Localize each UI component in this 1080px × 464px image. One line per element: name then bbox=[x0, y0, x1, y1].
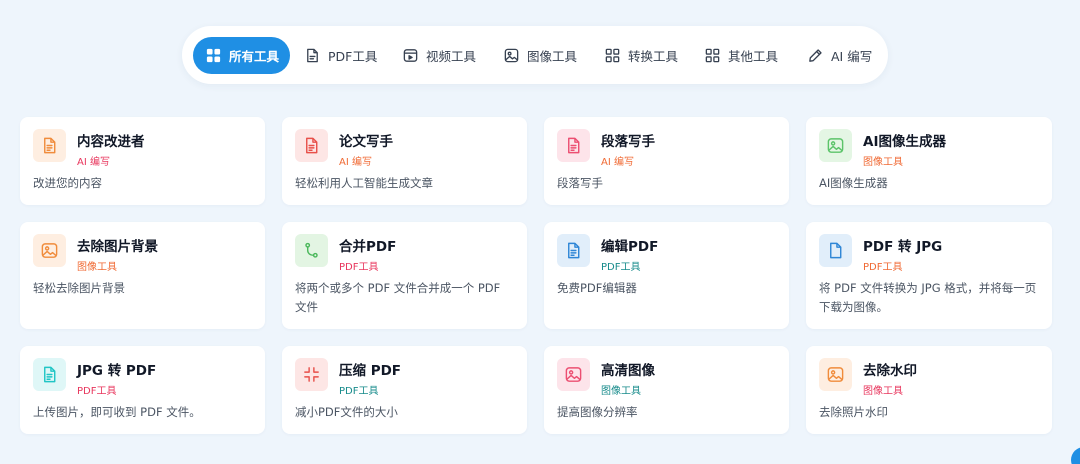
card-category: 图像工具 bbox=[601, 386, 641, 397]
tool-card-edit-pdf[interactable]: 编辑PDF PDF工具免费PDF编辑器 bbox=[544, 222, 789, 329]
floating-action-button[interactable] bbox=[1071, 447, 1080, 464]
squares-icon bbox=[604, 47, 621, 64]
tab-label: 视频工具 bbox=[426, 49, 477, 64]
card-category: AI 编写 bbox=[77, 157, 110, 168]
image-icon bbox=[819, 358, 852, 391]
tool-card-remove-background[interactable]: 去除图片背景图像工具轻松去除图片背景 bbox=[20, 222, 265, 329]
card-description: 段落写手 bbox=[557, 176, 603, 190]
card-description: 减小PDF文件的大小 bbox=[295, 405, 398, 419]
card-description: 将 PDF 文件转换为 JPG 格式，并将每一页下载为图像。 bbox=[819, 281, 1037, 314]
document-icon bbox=[33, 358, 66, 391]
card-title: AI图像生成器 bbox=[863, 134, 946, 150]
tab-ai-writing[interactable]: AI 编写 bbox=[807, 37, 872, 74]
squares-icon bbox=[704, 47, 721, 64]
tab-pdf-tools[interactable]: PDF工具 bbox=[304, 37, 377, 74]
image-icon bbox=[503, 47, 520, 64]
card-category: PDF工具 bbox=[77, 386, 117, 397]
tool-card-compress-pdf[interactable]: 压缩 PDF PDF工具减小PDF文件的大小 bbox=[282, 346, 527, 434]
merge-icon bbox=[295, 234, 328, 267]
card-description: 提高图像分辨率 bbox=[557, 405, 638, 419]
file-icon bbox=[819, 234, 852, 267]
card-title: 编辑PDF bbox=[601, 239, 659, 255]
tab-convert-tools[interactable]: 转换工具 bbox=[604, 37, 678, 74]
tab-label: PDF工具 bbox=[328, 49, 378, 64]
tool-card-jpg-to-pdf[interactable]: JPG 转 PDF PDF工具上传图片，即可收到 PDF 文件。 bbox=[20, 346, 265, 434]
card-description: 将两个或多个 PDF 文件合并成一个 PDF 文件 bbox=[295, 281, 501, 314]
card-title: 合并PDF bbox=[339, 239, 397, 255]
tool-card-essay-writer[interactable]: 论文写手 AI 编写轻松利用人工智能生成文章 bbox=[282, 117, 527, 205]
tool-card-content-improver[interactable]: 内容改进者 AI 编写改进您的内容 bbox=[20, 117, 265, 205]
card-description: 改进您的内容 bbox=[33, 176, 102, 190]
card-title: PDF 转 JPG bbox=[863, 239, 943, 255]
card-description: AI图像生成器 bbox=[819, 176, 888, 190]
tool-card-pdf-to-jpg[interactable]: PDF 转 JPG PDF工具将 PDF 文件转换为 JPG 格式，并将每一页下载… bbox=[806, 222, 1052, 329]
tab-label: AI 编写 bbox=[831, 49, 873, 64]
tab-all-tools[interactable]: 所有工具 bbox=[193, 37, 291, 74]
card-description: 去除照片水印 bbox=[819, 405, 888, 419]
tool-card-paragraph-writer[interactable]: 段落写手 AI 编写 段落写手 bbox=[544, 117, 789, 205]
card-category: PDF工具 bbox=[339, 262, 379, 273]
tab-label: 转换工具 bbox=[628, 49, 679, 64]
tool-card-ai-image-generator[interactable]: AI图像生成器 图像工具 AI图像生成器 bbox=[806, 117, 1052, 205]
tools-page: 所有工具 PDF工具 视频工具 图像工具 转换工具 其他工具 AI 编写 内容改… bbox=[0, 0, 1080, 464]
card-title: 内容改进者 bbox=[77, 134, 145, 150]
card-category: AI 编写 bbox=[601, 157, 634, 168]
pencil-icon bbox=[807, 47, 824, 64]
document-icon bbox=[557, 129, 590, 162]
card-description: 轻松去除图片背景 bbox=[33, 281, 125, 295]
tool-category-tabs: 所有工具 PDF工具 视频工具 图像工具 转换工具 其他工具 AI 编写 bbox=[182, 26, 888, 84]
tab-image-tools[interactable]: 图像工具 bbox=[503, 37, 577, 74]
document-icon bbox=[304, 47, 321, 64]
tab-label: 其他工具 bbox=[728, 49, 779, 64]
tool-card-merge-pdf[interactable]: 合并PDF PDF工具将两个或多个 PDF 文件合并成一个 PDF 文件 bbox=[282, 222, 527, 329]
card-description: 免费PDF编辑器 bbox=[557, 281, 637, 295]
tool-card-hd-image[interactable]: 高清图像图像工具提高图像分辨率 bbox=[544, 346, 789, 434]
card-title: 压缩 PDF bbox=[339, 363, 402, 379]
card-category: PDF工具 bbox=[601, 262, 641, 273]
document-icon bbox=[557, 234, 590, 267]
card-category: AI 编写 bbox=[339, 157, 372, 168]
video-icon bbox=[402, 47, 419, 64]
tab-video-tools[interactable]: 视频工具 bbox=[402, 37, 476, 74]
card-category: 图像工具 bbox=[863, 386, 903, 397]
tab-other-tools[interactable]: 其他工具 bbox=[704, 37, 778, 74]
card-category: PDF工具 bbox=[863, 262, 903, 273]
tab-label: 图像工具 bbox=[527, 49, 578, 64]
card-title: 论文写手 bbox=[339, 134, 393, 150]
card-title: 高清图像 bbox=[601, 363, 655, 379]
card-description: 轻松利用人工智能生成文章 bbox=[295, 176, 433, 190]
image-icon bbox=[819, 129, 852, 162]
image-icon bbox=[557, 358, 590, 391]
compress-icon bbox=[295, 358, 328, 391]
document-icon bbox=[295, 129, 328, 162]
card-category: PDF工具 bbox=[339, 386, 379, 397]
card-description: 上传图片，即可收到 PDF 文件。 bbox=[33, 405, 201, 419]
card-category: 图像工具 bbox=[863, 157, 903, 168]
card-title: 去除图片背景 bbox=[77, 239, 158, 255]
grid-icon bbox=[205, 47, 222, 64]
card-title: 去除水印 bbox=[863, 363, 917, 379]
image-icon bbox=[33, 234, 66, 267]
card-title: 段落写手 bbox=[601, 134, 655, 150]
tab-label: 所有工具 bbox=[229, 49, 280, 64]
document-icon bbox=[33, 129, 66, 162]
tool-card-remove-watermark[interactable]: 去除水印图像工具去除照片水印 bbox=[806, 346, 1052, 434]
card-category: 图像工具 bbox=[77, 262, 117, 273]
card-title: JPG 转 PDF bbox=[77, 363, 157, 379]
